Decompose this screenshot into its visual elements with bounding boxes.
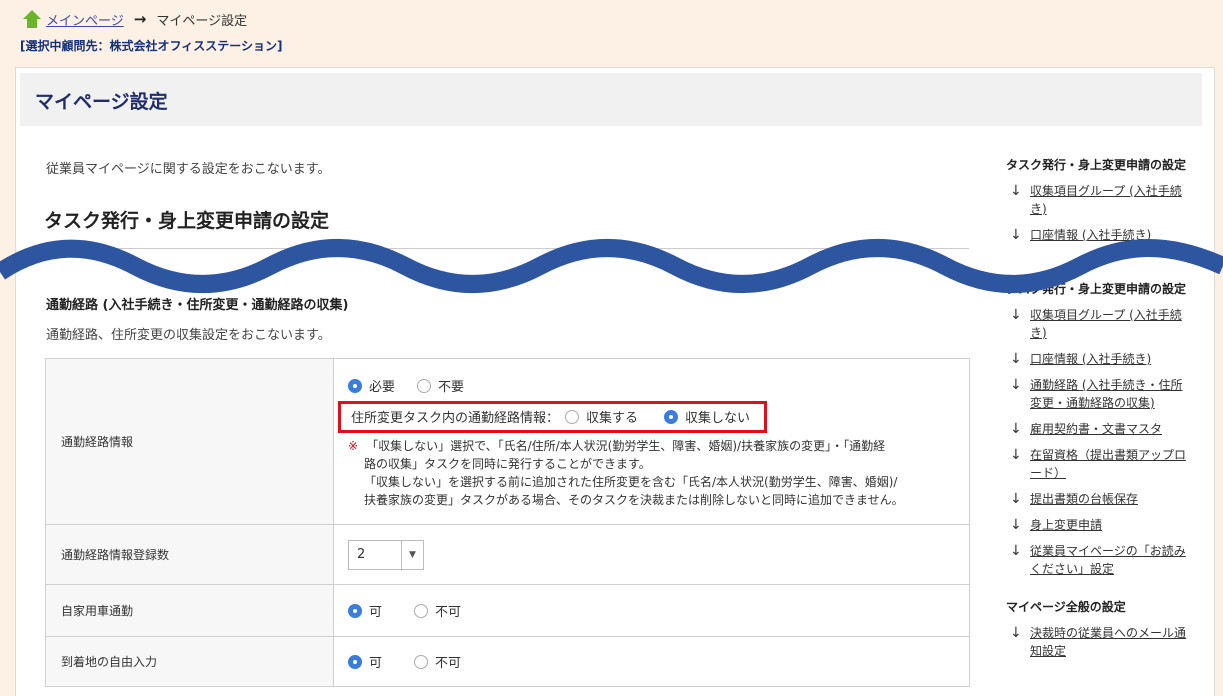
- radio-option-not-collect[interactable]: 収集しない: [664, 407, 750, 426]
- arrow-down-icon: ↓: [1010, 351, 1022, 367]
- sidebar-link[interactable]: ↓ 身上変更申請: [1006, 516, 1186, 534]
- sidebar-link-text[interactable]: 身上変更申請: [1030, 518, 1102, 532]
- radio-button-checked[interactable]: [348, 654, 362, 669]
- row-value: 可 不可: [333, 636, 970, 687]
- breadcrumb-home-link[interactable]: メインページ: [46, 10, 124, 29]
- sidebar: タスク発行・身上変更申請の設定 ↓ 収集項目グループ (入社手続き) ↓ 口座情報 …: [1006, 280, 1186, 660]
- note-text: ※ 「収集しない」選択で、「氏名/住所/本人状況(勤労学生、障害、婚姻)/扶養家族…: [348, 437, 969, 509]
- radio-option-not-allowed[interactable]: 不可: [414, 601, 461, 620]
- radio-button[interactable]: [565, 409, 580, 424]
- settings-table: 通勤経路情報 必要 不要 住所変更タスク内の通勤経路情報： 収集する 収集しない…: [45, 358, 970, 687]
- arrow-down-icon: ↓: [1010, 543, 1022, 559]
- radio-option-allowed[interactable]: 可: [348, 601, 382, 620]
- radio-option-not-required[interactable]: 不要: [417, 376, 464, 395]
- row-value: 必要 不要 住所変更タスク内の通勤経路情報： 収集する 収集しない ※ 「収集し…: [333, 358, 970, 525]
- sidebar-link[interactable]: ↓ 通勤経路 (入社手続き・住所変更・通勤経路の収集): [1006, 376, 1186, 412]
- note-mark: ※: [348, 438, 359, 453]
- radio-label: 収集しない: [685, 411, 751, 426]
- row-label: 自家用車通勤: [45, 584, 334, 637]
- note-line: 「収集しない」を選択する前に追加された住所変更を含む「氏名/本人状況(勤労学生、…: [364, 474, 898, 489]
- radio-button-checked[interactable]: [348, 378, 362, 393]
- row-label: 通勤経路情報登録数: [45, 524, 334, 585]
- breadcrumb-current: マイページ設定: [156, 13, 248, 29]
- registration-count-select[interactable]: 2 ▼: [348, 539, 424, 570]
- table-row: 到着地の自由入力 可 不可: [45, 636, 970, 687]
- table-row: 通勤経路情報登録数 2 ▼: [45, 524, 970, 585]
- sidebar-link[interactable]: ↓ 決裁時の従業員へのメール通知設定: [1006, 624, 1186, 660]
- sidebar-link-text[interactable]: 収集項目グループ (入社手続き): [1030, 184, 1182, 216]
- sidebar-link-text[interactable]: 決裁時の従業員へのメール通知設定: [1030, 626, 1186, 658]
- table-row: 自家用車通勤 可 不可: [45, 584, 970, 637]
- breadcrumb: メインページ → マイページ設定: [22, 8, 247, 30]
- radio-button[interactable]: [414, 654, 429, 669]
- radio-button[interactable]: [417, 378, 432, 393]
- commute-info-radio-group: 必要 不要: [348, 375, 969, 397]
- sidebar-link[interactable]: ↓ 提出書類の台帳保存: [1006, 490, 1186, 508]
- row-label: 通勤経路情報: [45, 358, 334, 525]
- break-wave: [0, 239, 1223, 293]
- chevron-down-icon[interactable]: ▼: [401, 540, 423, 569]
- arrow-down-icon: ↓: [1010, 491, 1022, 507]
- intro-text: 従業員マイページに関する設定をおこないます。: [46, 162, 331, 177]
- sidebar-heading: タスク発行・身上変更申請の設定: [1006, 158, 1187, 172]
- arrow-down-icon: ↓: [1010, 625, 1022, 641]
- sidebar-link-text[interactable]: 在留資格（提出書類アップロード）: [1030, 448, 1186, 480]
- arrow-down-icon: ↓: [1010, 447, 1022, 463]
- radio-label: 必要: [369, 380, 396, 395]
- section-heading: タスク発行・身上変更申請の設定: [44, 210, 330, 232]
- row-value: 可 不可: [333, 584, 970, 637]
- panel-header: マイページ設定: [20, 73, 1202, 126]
- select-value: 2: [357, 547, 366, 562]
- main-panel: マイページ設定 従業員マイページに関する設定をおこないます。 タスク発行・身上変…: [15, 67, 1215, 696]
- radio-button[interactable]: [414, 603, 429, 618]
- sidebar-link[interactable]: ↓ 在留資格（提出書類アップロード）: [1006, 446, 1186, 482]
- arrow-down-icon: ↓: [1010, 377, 1022, 393]
- page-title: マイページ設定: [35, 91, 168, 113]
- free-destination-radio-group: 可 不可: [348, 651, 969, 673]
- radio-option-not-allowed[interactable]: 不可: [414, 652, 461, 671]
- radio-label: 可: [369, 605, 383, 620]
- note-line: 路の収集」タスクを同時に発行することができます。: [364, 456, 651, 471]
- radio-label: 収集する: [586, 411, 639, 426]
- sidebar-link-text[interactable]: 雇用契約書・文書マスタ: [1030, 422, 1162, 436]
- table-row: 通勤経路情報 必要 不要 住所変更タスク内の通勤経路情報： 収集する 収集しない…: [45, 358, 970, 525]
- radio-label: 不要: [438, 380, 465, 395]
- radio-button-checked[interactable]: [664, 409, 679, 424]
- sidebar-link[interactable]: ↓ 従業員マイページの「お読みください」設定: [1006, 542, 1186, 578]
- radio-option-collect[interactable]: 収集する: [565, 407, 638, 426]
- sidebar-link-text[interactable]: 提出書類の台帳保存: [1030, 492, 1138, 506]
- private-car-radio-group: 可 不可: [348, 600, 969, 622]
- sidebar-link-text[interactable]: 収集項目グループ (入社手続き): [1030, 308, 1182, 340]
- note-line: 「収集しない」選択で、「氏名/住所/本人状況(勤労学生、障害、婚姻)/扶養家族の…: [366, 438, 886, 453]
- sidebar-link[interactable]: ↓ 収集項目グループ (入社手続き): [1006, 182, 1186, 218]
- radio-option-required[interactable]: 必要: [348, 376, 395, 395]
- sidebar-heading: マイページ全般の設定: [1006, 600, 1126, 614]
- radio-button-checked[interactable]: [348, 603, 362, 618]
- subsection-description: 通勤経路、住所変更の収集設定をおこないます。: [46, 328, 331, 343]
- sidebar-link-text[interactable]: 口座情報 (入社手続き): [1030, 352, 1151, 366]
- sidebar-link[interactable]: ↓ 収集項目グループ (入社手続き): [1006, 306, 1186, 342]
- note-line: 扶養家族の変更」タスクがある場合、そのタスクを決裁または削除しないと同時に追加で…: [364, 492, 904, 507]
- sidebar-link-text[interactable]: 通勤経路 (入社手続き・住所変更・通勤経路の収集): [1030, 378, 1183, 410]
- row-value: 2 ▼: [333, 524, 970, 585]
- radio-label: 不可: [435, 656, 462, 671]
- radio-option-allowed[interactable]: 可: [348, 652, 382, 671]
- home-icon[interactable]: [22, 9, 42, 29]
- arrow-down-icon: ↓: [1010, 307, 1022, 323]
- sidebar-top: タスク発行・身上変更申請の設定 ↓ 収集項目グループ (入社手続き) ↓ 口座情報 …: [1006, 156, 1186, 244]
- sidebar-link-text[interactable]: 従業員マイページの「お読みください」設定: [1030, 544, 1186, 576]
- radio-label: 不可: [435, 605, 462, 620]
- address-change-commute-setting: 住所変更タスク内の通勤経路情報： 収集する 収集しない: [338, 400, 768, 433]
- arrow-down-icon: ↓: [1010, 517, 1022, 533]
- arrow-right-icon: →: [133, 10, 147, 28]
- radio-label: 可: [369, 656, 383, 671]
- subsection-heading: 通勤経路 (入社手続き・住所変更・通勤経路の収集): [46, 298, 349, 313]
- sidebar-link[interactable]: ↓ 口座情報 (入社手続き): [1006, 350, 1186, 368]
- sub-setting-label: 住所変更タスク内の通勤経路情報：: [351, 411, 560, 426]
- selected-client-label: [選択中顧問先：株式会社オフィスステーション]: [20, 39, 283, 53]
- arrow-down-icon: ↓: [1010, 421, 1022, 437]
- arrow-down-icon: ↓: [1010, 183, 1022, 199]
- row-label: 到着地の自由入力: [45, 636, 334, 687]
- sidebar-link[interactable]: ↓ 雇用契約書・文書マスタ: [1006, 420, 1186, 438]
